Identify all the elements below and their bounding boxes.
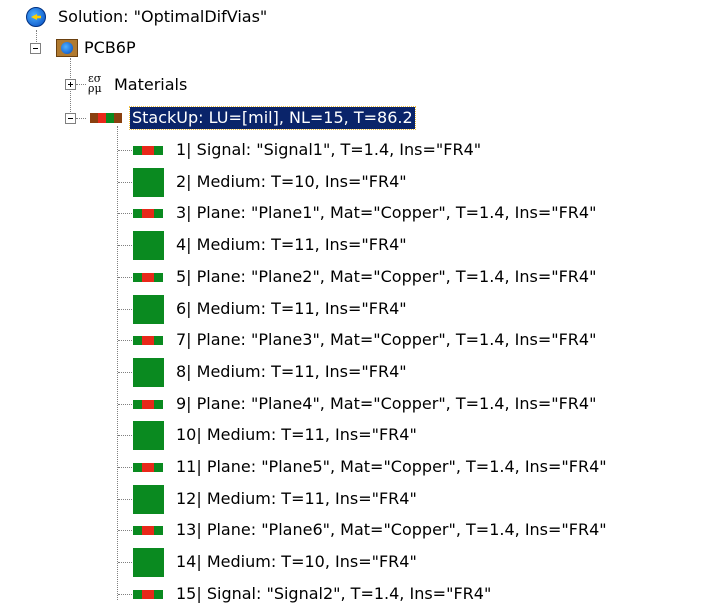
stackup-layer-row[interactable]: 5| Plane: "Plane2", Mat="Copper", T=1.4,… [0,262,705,292]
materials-greek-icon: εσ ρμ [88,72,102,95]
signal-layer-icon [133,590,163,599]
tree-line-layer [118,182,132,183]
medium-layer-icon [133,231,164,260]
stackup-layer-row[interactable]: 3| Plane: "Plane1", Mat="Copper", T=1.4,… [0,198,705,228]
stackup-layer-label: 5| Plane: "Plane2", Mat="Copper", T=1.4,… [176,267,597,286]
tree-line-layer [118,562,132,563]
stackup-layer-label: 11| Plane: "Plane5", Mat="Copper", T=1.4… [176,457,607,476]
tree-line-layer [118,340,132,341]
tree-line-layer [118,150,132,151]
solution-globe-icon [26,7,46,27]
tree-line-layer [118,277,132,278]
plane-layer-icon [133,526,163,535]
medium-layer-icon [133,358,164,387]
tree-line-layer [118,435,132,436]
plane-layer-icon [133,400,163,409]
stackup-layer-row[interactable]: 15| Signal: "Signal2", T=1.4, Ins="FR4" [0,579,705,609]
stackup-layer-row[interactable]: 8| Medium: T=11, Ins="FR4" [0,357,705,387]
tree-item-pcb[interactable]: PCB6P [0,33,300,63]
plane-layer-icon [133,209,163,218]
stackup-layer-row[interactable]: 10| Medium: T=11, Ins="FR4" [0,420,705,450]
medium-layer-icon [133,548,164,577]
collapse-toggle[interactable] [30,43,41,54]
medium-layer-icon [133,295,164,324]
plane-layer-icon [133,463,163,472]
tree-line-layer [118,530,132,531]
medium-layer-icon [133,485,164,514]
stackup-layer-row[interactable]: 14| Medium: T=10, Ins="FR4" [0,547,705,577]
tree-line-layer [118,372,132,373]
expand-toggle[interactable] [65,79,76,90]
plane-layer-icon [133,336,163,345]
stackup-layer-label: 3| Plane: "Plane1", Mat="Copper", T=1.4,… [176,203,597,222]
stackup-layer-row[interactable]: 7| Plane: "Plane3", Mat="Copper", T=1.4,… [0,325,705,355]
collapse-toggle[interactable] [65,113,76,124]
stackup-layer-label: 10| Medium: T=11, Ins="FR4" [176,425,417,444]
stackup-layer-label: 1| Signal: "Signal1", T=1.4, Ins="FR4" [176,140,482,159]
stackup-layer-label: 13| Plane: "Plane6", Mat="Copper", T=1.4… [176,520,607,539]
stackup-layer-row[interactable]: 1| Signal: "Signal1", T=1.4, Ins="FR4" [0,135,705,165]
stackup-layer-label: 4| Medium: T=11, Ins="FR4" [176,235,407,254]
stackup-layer-label: 6| Medium: T=11, Ins="FR4" [176,299,407,318]
signal-layer-icon [133,146,163,155]
tree-item-stackup[interactable]: StackUp: LU=[mil], NL=15, T=86.2 [0,103,500,133]
medium-layer-icon [133,421,164,450]
stackup-layer-label: 7| Plane: "Plane3", Mat="Copper", T=1.4,… [176,330,597,349]
stackup-layer-row[interactable]: 6| Medium: T=11, Ins="FR4" [0,294,705,324]
medium-layer-icon [133,168,164,197]
tree-line-layer [118,594,132,595]
tree-item-solution[interactable]: Solution: "OptimalDifVias" [0,2,400,32]
tree-line-layer [118,309,132,310]
stackup-layer-label: 14| Medium: T=10, Ins="FR4" [176,552,417,571]
stackup-layer-label: 12| Medium: T=11, Ins="FR4" [176,489,417,508]
stackup-icon [90,113,122,123]
tree-item-label: Materials [114,75,188,94]
tree-line-layer [118,499,132,500]
stackup-layer-label: 8| Medium: T=11, Ins="FR4" [176,362,407,381]
pcb-board-icon [56,39,78,57]
tree-item-materials[interactable]: εσ ρμ Materials [0,70,300,100]
stackup-layer-row[interactable]: 13| Plane: "Plane6", Mat="Copper", T=1.4… [0,515,705,545]
tree-item-label: Solution: "OptimalDifVias" [58,7,268,26]
stackup-layer-row[interactable]: 2| Medium: T=10, Ins="FR4" [0,167,705,197]
stackup-layer-label: 15| Signal: "Signal2", T=1.4, Ins="FR4" [176,584,492,603]
stackup-layer-label: 9| Plane: "Plane4", Mat="Copper", T=1.4,… [176,394,597,413]
plane-layer-icon [133,273,163,282]
tree-line-layer [118,467,132,468]
stackup-layer-row[interactable]: 11| Plane: "Plane5", Mat="Copper", T=1.4… [0,452,705,482]
tree-item-label: PCB6P [84,38,136,57]
stackup-layer-row[interactable]: 9| Plane: "Plane4", Mat="Copper", T=1.4,… [0,389,705,419]
tree-line-layer [118,213,132,214]
stackup-layer-row[interactable]: 4| Medium: T=11, Ins="FR4" [0,230,705,260]
tree-item-label-selected: StackUp: LU=[mil], NL=15, T=86.2 [129,106,416,130]
stackup-layer-row[interactable]: 12| Medium: T=11, Ins="FR4" [0,484,705,514]
tree-line-layer [118,404,132,405]
tree-line-layer [118,245,132,246]
stackup-layer-label: 2| Medium: T=10, Ins="FR4" [176,172,407,191]
